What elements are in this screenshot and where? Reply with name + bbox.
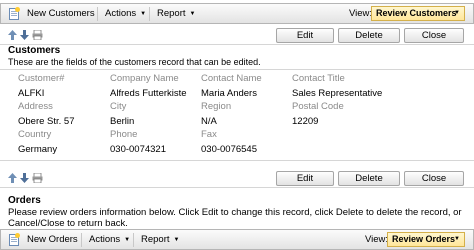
customer-id-value[interactable]: ALFKI: [18, 88, 44, 99]
chevron-down-icon: ▼: [189, 11, 196, 17]
region-label: Region: [201, 101, 232, 112]
chevron-down-icon: ▼: [173, 237, 180, 243]
previous-record-icon[interactable]: [8, 173, 17, 183]
postal-code-value[interactable]: 12209: [292, 116, 318, 127]
city-value[interactable]: Berlin: [110, 116, 134, 127]
company-name-label: Company Name: [110, 73, 179, 84]
previous-record-icon[interactable]: [8, 30, 17, 40]
print-icon[interactable]: [32, 173, 43, 183]
close-button[interactable]: Close: [404, 171, 464, 186]
contact-title-value[interactable]: Sales Representative: [292, 88, 382, 99]
chevron-down-icon: ▼: [454, 236, 460, 242]
toolbar-separator: [133, 233, 134, 247]
top-toolbar: New Customers Actions ▼ Report ▼ View: Rev…: [0, 3, 474, 24]
toolbar-separator: [81, 233, 82, 247]
city-label: City: [110, 101, 127, 112]
report-menu[interactable]: Report ▼: [157, 4, 195, 23]
customers-description: These are the fields of the customers re…: [8, 57, 261, 67]
new-record-icon: [9, 7, 20, 20]
actions-menu[interactable]: Actions ▼: [105, 4, 146, 23]
customer-id-label: Customer#: [18, 73, 65, 84]
customer-action-bar: Edit Delete Close: [0, 27, 474, 45]
bottom-toolbar: New Orders Actions ▼ Report ▼ View: Review…: [0, 229, 474, 250]
print-icon[interactable]: [32, 30, 43, 40]
next-record-icon[interactable]: [20, 30, 29, 40]
view-select[interactable]: Review Orders ▼: [387, 232, 465, 247]
report-label: Report: [141, 234, 170, 245]
actions-label: Actions: [89, 234, 121, 245]
chevron-down-icon: ▼: [454, 10, 460, 16]
country-label: Country: [18, 129, 52, 140]
new-record-icon: [9, 233, 20, 246]
next-record-icon[interactable]: [20, 173, 29, 183]
view-select-value: Review Orders: [392, 234, 456, 244]
new-orders-button[interactable]: New Orders: [27, 230, 78, 249]
phone-value[interactable]: 030-0074321: [110, 144, 166, 155]
fax-value[interactable]: 030-0076545: [201, 144, 257, 155]
divider: [0, 69, 474, 70]
contact-title-label: Contact Title: [292, 73, 345, 84]
phone-label: Phone: [110, 129, 138, 140]
view-label: View:: [365, 234, 389, 245]
toolbar-separator: [149, 7, 150, 21]
new-customers-button[interactable]: New Customers: [27, 4, 95, 23]
view-select[interactable]: Review Customers ▼: [371, 6, 465, 21]
company-name-value[interactable]: Alfreds Futterkiste: [110, 88, 187, 99]
chevron-down-icon: ▼: [140, 11, 147, 17]
close-button[interactable]: Close: [404, 28, 464, 43]
edit-button[interactable]: Edit: [276, 28, 334, 43]
region-value[interactable]: N/A: [201, 116, 217, 127]
delete-button[interactable]: Delete: [338, 171, 400, 186]
address-label: Address: [18, 101, 53, 112]
actions-menu[interactable]: Actions ▼: [89, 230, 130, 249]
view-label: View:: [349, 8, 373, 19]
actions-label: Actions: [105, 8, 137, 19]
orders-title: Orders: [8, 195, 41, 206]
chevron-down-icon: ▼: [124, 237, 131, 243]
customers-title: Customers: [8, 45, 61, 56]
postal-code-label: Postal Code: [292, 101, 344, 112]
divider: [0, 160, 474, 161]
fax-label: Fax: [201, 129, 217, 140]
report-label: Report: [157, 8, 186, 19]
orders-description: Please review orders information below. …: [8, 207, 462, 229]
address-value[interactable]: Obere Str. 57: [18, 116, 75, 127]
contact-name-value[interactable]: Maria Anders: [201, 88, 257, 99]
contact-name-label: Contact Name: [201, 73, 262, 84]
customer-action-bar-bottom: Edit Delete Close: [0, 170, 474, 188]
report-menu[interactable]: Report ▼: [141, 230, 179, 249]
delete-button[interactable]: Delete: [338, 28, 400, 43]
toolbar-separator: [97, 7, 98, 21]
edit-button[interactable]: Edit: [276, 171, 334, 186]
country-value[interactable]: Germany: [18, 144, 57, 155]
view-select-value: Review Customers: [376, 8, 457, 18]
